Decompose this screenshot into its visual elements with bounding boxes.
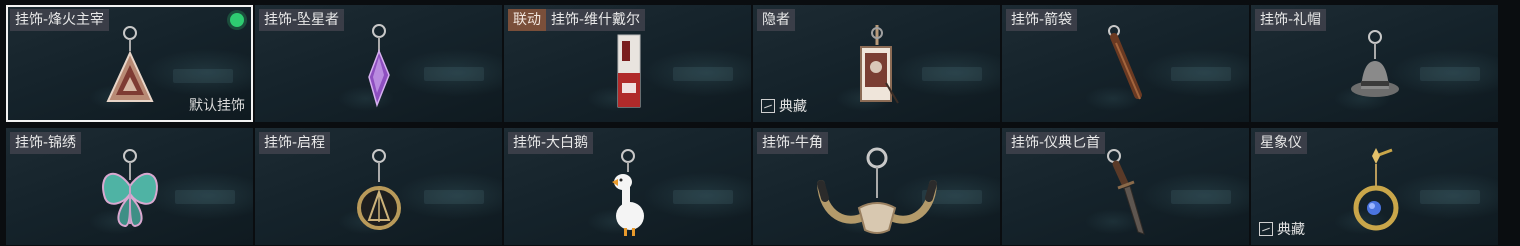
charm-card-4[interactable]: 隐者 典藏 — [753, 5, 1000, 122]
card-title: 挂饰-烽火主宰 — [10, 9, 110, 31]
collection-icon — [1259, 222, 1273, 236]
rarity-tag: 典藏 — [761, 96, 807, 116]
charm-card-3[interactable]: 联动 挂饰-维什戴尔 — [504, 5, 751, 122]
card-name: 挂饰-坠星者 — [259, 9, 345, 31]
charm-card-11[interactable]: 挂饰-仪典匕首 — [1002, 128, 1249, 245]
card-title: 隐者 — [757, 9, 795, 31]
card-title: 挂饰-牛角 — [757, 132, 829, 154]
card-name: 挂饰-启程 — [259, 132, 331, 154]
card-title: 挂饰-锦绣 — [10, 132, 82, 154]
card-title: 挂饰-启程 — [259, 132, 331, 154]
card-name: 挂饰-箭袋 — [1006, 9, 1078, 31]
card-title: 挂饰-箭袋 — [1006, 9, 1078, 31]
card-name: 挂饰-仪典匕首 — [1006, 132, 1106, 154]
charm-card-2[interactable]: 挂饰-坠星者 — [255, 5, 502, 122]
card-name: 挂饰-烽火主宰 — [10, 9, 110, 31]
crystal-charm-icon — [367, 24, 390, 108]
card-title: 挂饰-坠星者 — [259, 9, 345, 31]
card-name: 挂饰-维什戴尔 — [546, 9, 646, 31]
default-badge: 默认挂饰 — [189, 98, 245, 114]
charm-grid: 挂饰-烽火主宰 默认挂饰 挂饰-坠星者 联动 挂饰-维什戴尔 隐者 典藏 挂饰-… — [6, 5, 1498, 245]
card-title: 挂饰-礼帽 — [1255, 9, 1327, 31]
card-name: 挂饰-锦绣 — [10, 132, 82, 154]
card-name: 挂饰-牛角 — [757, 132, 829, 154]
card-name: 挂饰-礼帽 — [1255, 9, 1327, 31]
card-title: 星象仪 — [1255, 132, 1307, 154]
rarity-tag: 典藏 — [1259, 219, 1305, 239]
charm-card-10[interactable]: 挂饰-牛角 — [753, 128, 1000, 245]
astrolabe-charm-icon — [1353, 148, 1398, 231]
goose-charm-icon — [611, 149, 644, 236]
charm-card-7[interactable]: 挂饰-锦绣 — [6, 128, 253, 245]
charm-card-12[interactable]: 星象仪 典藏 — [1251, 128, 1498, 245]
collection-icon — [761, 99, 775, 113]
rarity-label: 典藏 — [779, 99, 807, 115]
selected-indicator-icon — [230, 13, 244, 27]
rarity-label: 典藏 — [1277, 222, 1305, 238]
card-name: 星象仪 — [1255, 132, 1307, 154]
charm-card-8[interactable]: 挂饰-启程 — [255, 128, 502, 245]
charm-card-1[interactable]: 挂饰-烽火主宰 默认挂饰 — [6, 5, 253, 122]
card-title: 联动 挂饰-维什戴尔 — [508, 9, 646, 31]
pyramid-charm-icon — [105, 26, 154, 102]
quiver-charm-icon — [1107, 25, 1142, 100]
card-name: 挂饰-大白鹅 — [508, 132, 594, 154]
horn-charm-icon — [816, 147, 937, 234]
charm-card-5[interactable]: 挂饰-箭袋 — [1002, 5, 1249, 122]
card-name: 隐者 — [757, 9, 795, 31]
card-title: 挂饰-大白鹅 — [508, 132, 594, 154]
hat-charm-icon — [1350, 30, 1399, 97]
tarot-charm-icon — [859, 25, 899, 104]
card-charm-icon — [617, 34, 640, 108]
charm-card-9[interactable]: 挂饰-大白鹅 — [504, 128, 751, 245]
butterfly-charm-icon — [101, 149, 158, 228]
card-title: 挂饰-仪典匕首 — [1006, 132, 1106, 154]
compass-charm-icon — [356, 149, 401, 230]
charm-card-6[interactable]: 挂饰-礼帽 — [1251, 5, 1498, 122]
dagger-charm-icon — [1106, 149, 1145, 235]
collab-tag: 联动 — [508, 9, 546, 31]
